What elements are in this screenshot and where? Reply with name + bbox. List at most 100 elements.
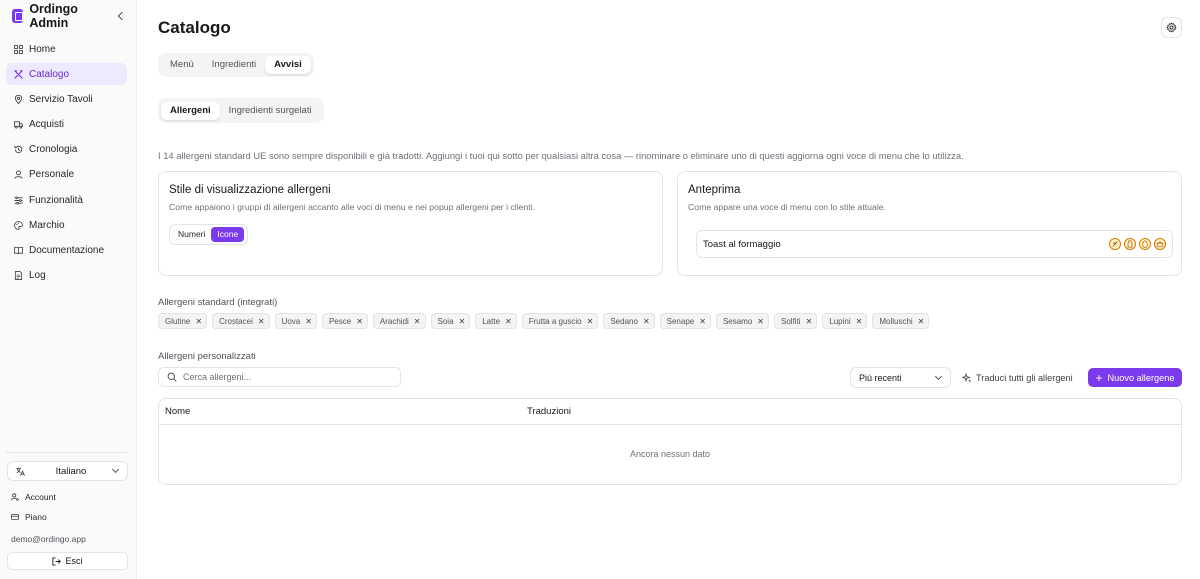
sidebar-item-catalogo[interactable]: Catalogo: [6, 63, 127, 86]
remove-chip-icon[interactable]: ✕: [643, 317, 650, 326]
chip-label: Sesamo: [722, 316, 753, 326]
sidebar-item-funzionalita[interactable]: Funzionalità: [6, 189, 127, 211]
utensils-icon: [14, 70, 23, 79]
translate-all-button[interactable]: Traduci tutti gli allergeni: [962, 367, 1073, 388]
allergen-chip: Senape ✕: [659, 313, 711, 329]
remove-chip-icon[interactable]: ✕: [505, 317, 512, 326]
remove-chip-icon[interactable]: ✕: [356, 317, 363, 326]
app-name: Ordingo Admin: [29, 2, 78, 30]
card-description: Come appare una voce di menu con lo stil…: [688, 202, 887, 212]
new-allergen-label: Nuovo allergene: [1107, 372, 1175, 383]
sidebar-item-label: Funzionalità: [29, 194, 83, 206]
tab-menu[interactable]: Menù: [161, 56, 203, 74]
option-icone[interactable]: Icone: [211, 227, 245, 242]
remove-chip-icon[interactable]: ✕: [258, 317, 265, 326]
sparkles-icon: [962, 372, 972, 383]
sidebar-item-marchio[interactable]: Marchio: [6, 214, 127, 236]
palette-icon: [14, 220, 23, 230]
custom-allergens-label: Allergeni personalizzati: [158, 351, 256, 362]
remove-chip-icon[interactable]: ✕: [305, 317, 312, 326]
sidebar-item-documentazione[interactable]: Documentazione: [6, 240, 127, 262]
sidebar-item-label: Documentazione: [29, 245, 105, 256]
allergen-chip: Latte ✕: [475, 313, 517, 329]
remove-chip-icon[interactable]: ✕: [459, 317, 466, 326]
display-style-toggle: Numeri Icone: [169, 224, 248, 245]
subtab-allergeni[interactable]: Allergeni: [161, 101, 220, 120]
sidebar-item-acquisti[interactable]: Acquisti: [6, 114, 127, 136]
book-icon: [14, 246, 23, 255]
egg-icon: [1139, 238, 1151, 250]
translate-all-label: Traduci tutti gli allergeni: [976, 372, 1073, 383]
language-select[interactable]: Italiano: [7, 461, 128, 481]
sidebar-item-label: Log: [29, 270, 46, 282]
chip-label: Latte: [482, 316, 501, 326]
file-text-icon: [14, 271, 23, 281]
allergen-chip: Soia ✕: [430, 313, 471, 329]
user-email: demo@ordingo.app: [11, 534, 86, 544]
allergen-chip: Arachidi ✕: [372, 313, 426, 329]
account-link[interactable]: Account: [11, 492, 56, 502]
remove-chip-icon[interactable]: ✕: [856, 317, 863, 326]
search-input[interactable]: [183, 372, 392, 382]
subtab-ingredienti-surgelati[interactable]: Ingredienti surgelati: [220, 102, 321, 120]
allergen-chip: Sesamo ✕: [715, 313, 769, 329]
new-allergen-button[interactable]: + Nuovo allergene: [1088, 368, 1182, 387]
allergen-chip: Uova ✕: [274, 313, 317, 329]
chip-label: Solfiti: [781, 316, 801, 326]
card-title: Anteprima: [688, 184, 741, 196]
sort-select[interactable]: Più recenti: [850, 367, 951, 388]
chip-label: Soia: [437, 316, 454, 326]
allergen-chip: Solfiti ✕: [774, 313, 818, 329]
remove-chip-icon[interactable]: ✕: [414, 317, 421, 326]
chip-label: Pesce: [328, 316, 352, 326]
language-value: Italiano: [55, 465, 87, 477]
plan-link[interactable]: Piano: [11, 512, 47, 522]
settings-button[interactable]: [1161, 17, 1182, 38]
remove-chip-icon[interactable]: ✕: [195, 317, 202, 326]
logout-button[interactable]: Esci: [7, 552, 128, 570]
option-numeri[interactable]: Numeri: [172, 227, 211, 242]
sidebar-item-log[interactable]: Log: [6, 265, 127, 287]
sidebar-item-cronologia[interactable]: Cronologia: [6, 139, 127, 161]
page-title: Catalogo: [158, 18, 231, 37]
sidebar-item-home[interactable]: Home: [6, 38, 127, 60]
remove-chip-icon[interactable]: ✕: [587, 317, 594, 326]
tab-avvisi[interactable]: Avvisi: [265, 56, 311, 74]
empty-state: Ancora nessun dato: [629, 449, 711, 459]
sidebar-item-label: Home: [29, 43, 56, 55]
sidebar-divider: [6, 452, 127, 453]
collapse-sidebar-icon[interactable]: [115, 10, 126, 22]
search-allergens: [158, 367, 401, 387]
plus-icon: +: [1095, 370, 1103, 385]
preview-item-name: Toast al formaggio: [703, 238, 781, 250]
remove-chip-icon[interactable]: ✕: [757, 317, 764, 326]
tab-ingredienti[interactable]: Ingredienti: [203, 56, 265, 74]
main-content: Catalogo Menù Ingredienti Avvisi Allerge…: [137, 0, 1200, 579]
chip-label: Frutta a guscio: [528, 316, 582, 326]
map-pin-icon: [14, 94, 23, 104]
user-cog-icon: [11, 493, 19, 501]
catalog-tabs: Menù Ingredienti Avvisi: [158, 53, 314, 77]
user-icon: [14, 170, 23, 180]
remove-chip-icon[interactable]: ✕: [699, 317, 706, 326]
remove-chip-icon[interactable]: ✕: [806, 317, 813, 326]
logout-label: Esci: [65, 556, 83, 566]
chip-label: Lupini: [829, 316, 851, 326]
sidebar-item-servizio-tavoli[interactable]: Servizio Tavoli: [6, 88, 127, 110]
wheat-icon: [1109, 238, 1121, 250]
sort-value: Più recenti: [859, 372, 902, 383]
grid-icon: [14, 44, 23, 54]
preview-card: Anteprima Come appare una voce di menu c…: [677, 171, 1182, 276]
alerts-subtabs: Allergeni Ingredienti surgelati: [158, 98, 324, 123]
sidebar-item-label: Cronologia: [29, 144, 78, 156]
chevron-down-icon: [111, 467, 119, 475]
chip-label: Glutine: [165, 316, 191, 326]
allergens-intro: I 14 allergeni standard UE sono sempre d…: [158, 150, 964, 161]
remove-chip-icon[interactable]: ✕: [918, 317, 925, 326]
sliders-icon: [14, 196, 23, 205]
credit-card-icon: [11, 513, 19, 521]
sidebar-item-personale[interactable]: Personale: [6, 164, 127, 186]
search-icon: [167, 372, 177, 382]
chevron-down-icon: [934, 374, 942, 382]
allergen-chip: Glutine ✕: [158, 313, 208, 329]
